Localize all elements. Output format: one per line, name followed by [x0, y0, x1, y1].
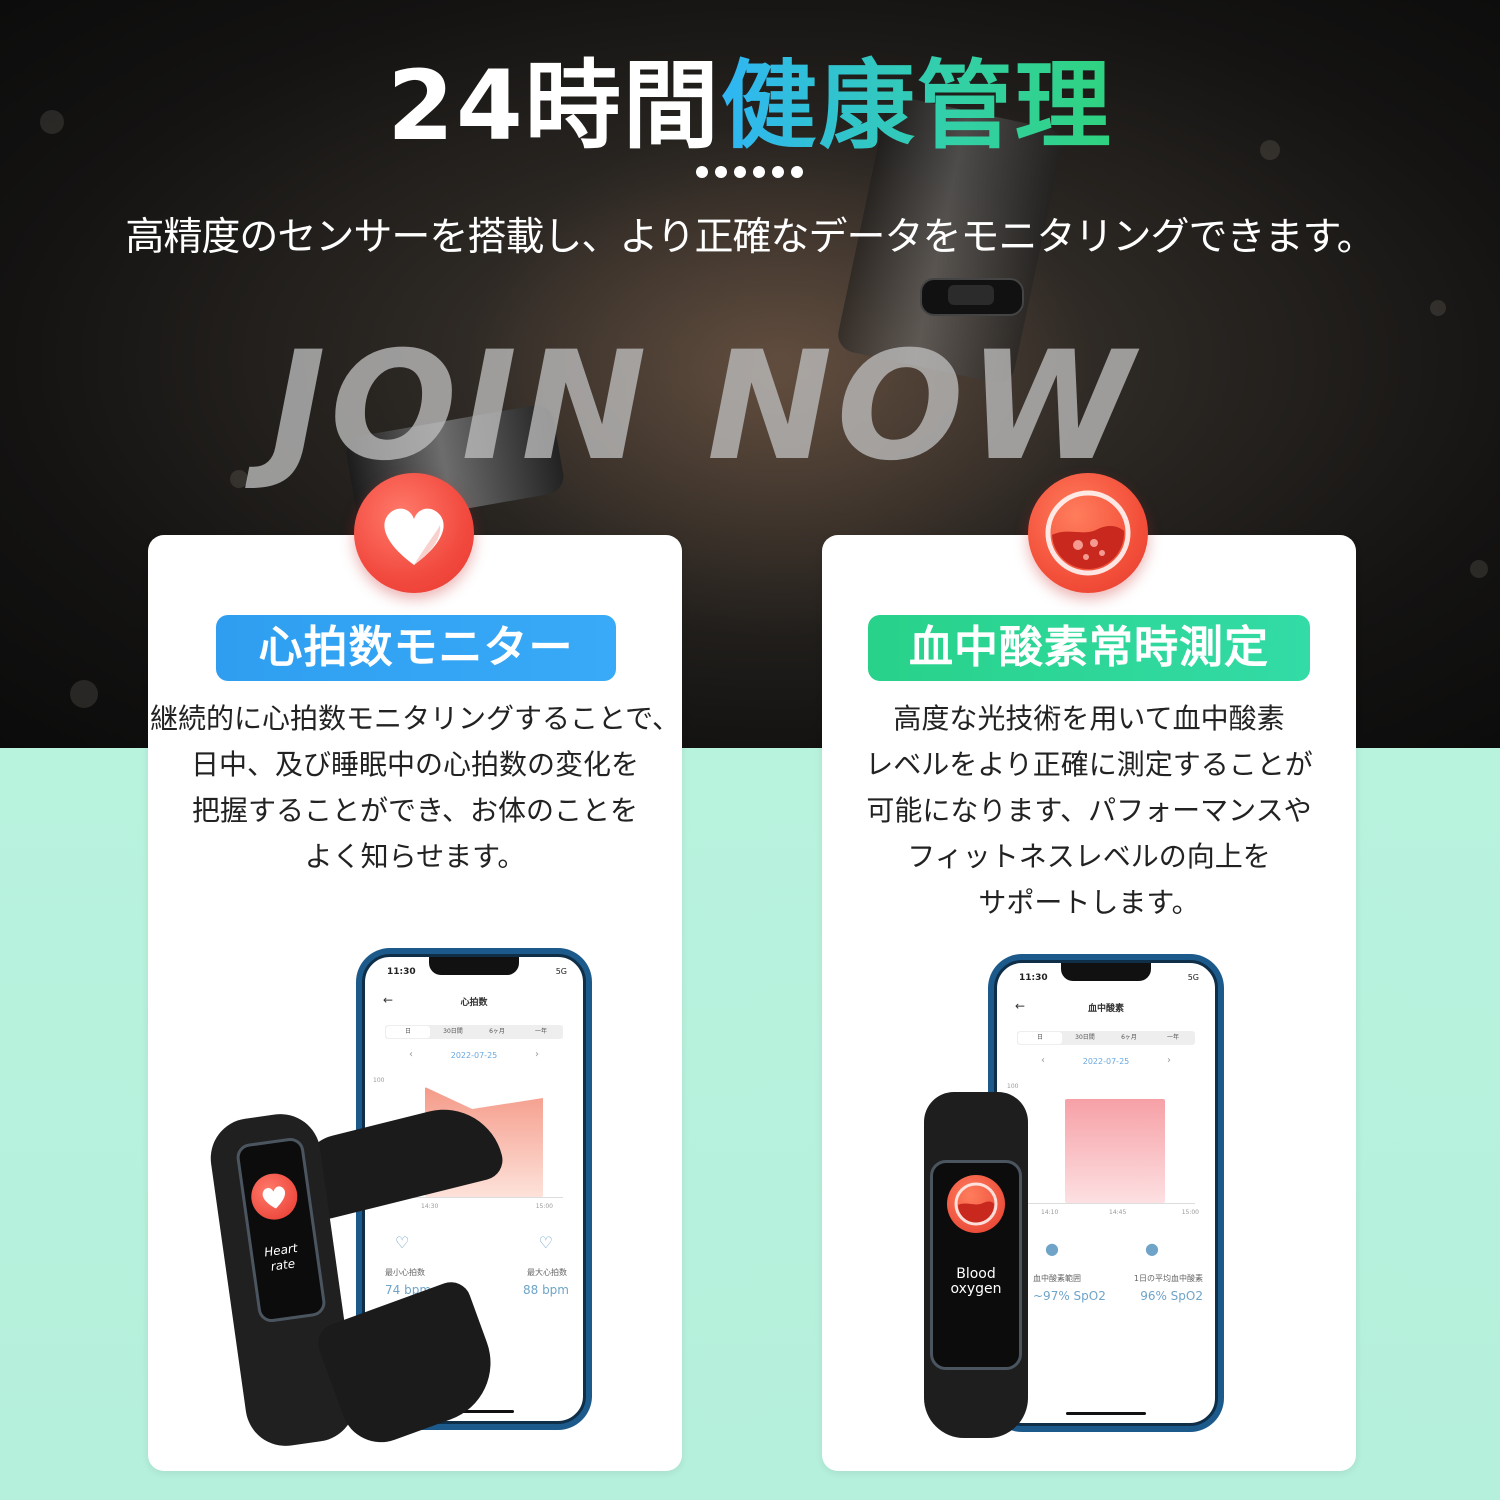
heart-rate-description: 継続的に心拍数モニタリングすることで、 日中、及び睡眠中の心拍数の変化を 把握す… [148, 696, 682, 880]
stat-value: 88 bpm [522, 1283, 569, 1297]
stat-label: 最大心拍数 [527, 1268, 567, 1277]
date-label: 2022-07-25 [1082, 1057, 1130, 1066]
description-line: 高度な光技術を用いて血中酸素 [893, 702, 1285, 735]
description-line: フィットネスレベルの向上を [907, 840, 1271, 873]
title-white: 24時間 [387, 50, 721, 162]
tab-year[interactable]: 一年 [1151, 1031, 1195, 1045]
subtitle: 高精度のセンサーを搭載し、より正確なデータをモニタリングできます。 [125, 215, 1375, 260]
screen-title: 心拍数 [460, 998, 488, 1008]
description-line: 日中、及び睡眠中の心拍数の変化を [190, 748, 639, 781]
tab-30days[interactable]: 30日間 [431, 1025, 475, 1039]
tab-day[interactable]: 日 [1018, 1032, 1062, 1044]
tracker-heart-icon [248, 1170, 301, 1223]
x-tick: 14:30 [421, 1203, 439, 1210]
y-tick: 100 [373, 1077, 385, 1084]
description-line: 可能になります、パフォーマンスや [866, 794, 1312, 827]
sweat-drop [70, 680, 98, 708]
description-line: 継続的に心拍数モニタリングすることで、 [149, 702, 681, 735]
phone-notch [1061, 963, 1151, 981]
stat-value: 96% SpO2 [1140, 1289, 1203, 1303]
blood-oxygen-icon [1028, 473, 1148, 593]
x-tick: 14:45 [1109, 1209, 1127, 1216]
x-tick: 14:10 [1041, 1209, 1059, 1216]
min-heart-icon: ♡ [395, 1233, 410, 1252]
phone-notch [429, 957, 519, 975]
stat-label: 1日の平均血中酸素 [1133, 1274, 1203, 1283]
status-signal: 5G [555, 967, 567, 976]
tracker-oxygen-icon [947, 1175, 1005, 1233]
sweat-drop [1470, 560, 1488, 578]
tracker-label: Blood oxygen [950, 1266, 1002, 1297]
screen-title: 血中酸素 [1087, 1004, 1124, 1014]
tab-year[interactable]: 一年 [519, 1025, 563, 1039]
sweat-drop [1430, 300, 1446, 316]
tab-30days[interactable]: 30日間 [1063, 1031, 1107, 1045]
period-tabs: 日 30日間 6ヶ月 一年 [385, 1025, 563, 1039]
period-tabs: 日 30日間 6ヶ月 一年 [1017, 1031, 1195, 1045]
date-label: 2022-07-25 [450, 1051, 498, 1060]
description-line: よく知らせます。 [304, 840, 526, 873]
heart-rate-title: 心拍数モニター [216, 615, 616, 681]
stat-value: ~97% SpO2 [1033, 1289, 1106, 1303]
status-time: 11:30 [1019, 973, 1048, 983]
blood-oxygen-tracker-screen: Blood oxygen [930, 1160, 1022, 1370]
blood-oxygen-title: 血中酸素常時測定 [868, 615, 1310, 681]
tab-day[interactable]: 日 [386, 1026, 430, 1038]
description-line: 把握することができ、お体のことを [191, 794, 639, 827]
x-tick: 15:00 [1181, 1209, 1199, 1216]
decorative-dots [696, 166, 803, 178]
home-indicator [1066, 1412, 1146, 1415]
sweat-drop [230, 470, 248, 488]
x-tick: 15:00 [535, 1203, 553, 1210]
drop-icon: ● [1145, 1239, 1159, 1258]
tracker-label: Heart rate [263, 1240, 299, 1274]
wrist-band-screen [948, 285, 994, 305]
description-line: サポートします。 [978, 886, 1200, 919]
max-heart-icon: ♡ [538, 1233, 553, 1252]
tab-6months[interactable]: 6ヶ月 [475, 1025, 519, 1039]
status-signal: 5G [1187, 973, 1199, 982]
tab-6months[interactable]: 6ヶ月 [1107, 1031, 1151, 1045]
join-now-background-text: JOIN NOW [270, 320, 1138, 494]
stat-label: 最小心拍数 [385, 1268, 425, 1277]
blood-oxygen-description: 高度な光技術を用いて血中酸素 レベルをより正確に測定することが 可能になります、… [822, 696, 1356, 926]
next-date-icon[interactable]: › [535, 1049, 539, 1060]
description-line: レベルをより正確に測定することが [865, 748, 1313, 781]
heart-icon [354, 473, 474, 593]
blood-oxygen-area [1065, 1099, 1165, 1203]
next-date-icon[interactable]: › [1167, 1055, 1171, 1066]
title-gradient: 健康管理 [720, 50, 1113, 162]
stat-label: 血中酸素範囲 [1033, 1274, 1081, 1283]
blood-oxygen-graph [1017, 1083, 1195, 1204]
drop-icon: ● [1045, 1239, 1059, 1258]
page-title: 24時間健康管理 [0, 28, 1500, 167]
status-time: 11:30 [387, 967, 416, 977]
